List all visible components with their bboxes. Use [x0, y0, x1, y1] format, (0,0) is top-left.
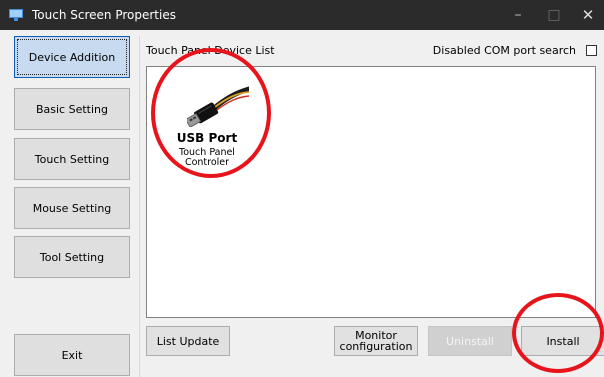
com-search-label: Disabled COM port search — [432, 44, 576, 57]
panel-divider — [139, 36, 140, 377]
title-bar: Touch Screen Properties – □ ✕ — [0, 0, 604, 30]
minimize-button[interactable]: – — [500, 0, 536, 30]
sidebar-item-touch-setting[interactable]: Touch Setting — [14, 138, 130, 180]
usb-plug-icon — [187, 86, 249, 127]
sidebar-item-basic-setting[interactable]: Basic Setting — [14, 88, 130, 130]
close-button[interactable]: ✕ — [570, 0, 604, 30]
device-item-usb-port[interactable]: USB Port Touch Panel Controler — [167, 75, 249, 185]
com-search-checkbox[interactable] — [586, 45, 597, 56]
device-list-label: Touch Panel Device List — [146, 44, 275, 57]
install-button[interactable]: Install — [521, 326, 604, 356]
device-list[interactable]: USB Port Touch Panel Controler — [146, 66, 596, 318]
uninstall-button[interactable]: Uninstall — [428, 326, 512, 356]
device-title: USB Port — [176, 131, 238, 145]
sidebar: Device Addition Basic Setting Touch Sett… — [8, 30, 138, 377]
list-update-button[interactable]: List Update — [146, 326, 230, 356]
sidebar-item-mouse-setting[interactable]: Mouse Setting — [14, 187, 130, 229]
device-subtitle: Touch Panel Controler — [179, 147, 235, 168]
window-title: Touch Screen Properties — [32, 8, 176, 22]
sidebar-item-tool-setting[interactable]: Tool Setting — [14, 236, 130, 278]
touch-screen-app-icon — [9, 9, 23, 21]
monitor-configuration-button[interactable]: Monitor configuration — [334, 326, 418, 356]
sidebar-item-device-addition[interactable]: Device Addition — [14, 36, 130, 78]
maximize-button[interactable]: □ — [536, 0, 572, 30]
exit-button[interactable]: Exit — [14, 334, 130, 376]
